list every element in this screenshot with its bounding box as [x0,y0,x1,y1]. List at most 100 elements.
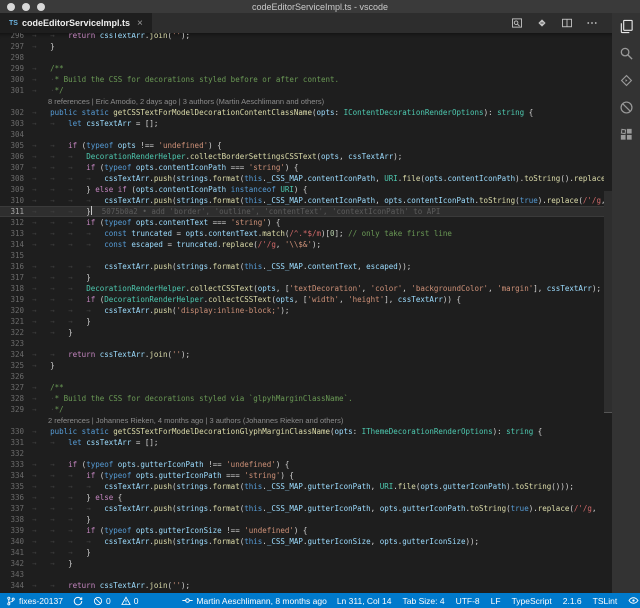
line-number: 331 [0,437,30,448]
line-number: 335 [0,481,30,492]
line-number: 307 [0,162,30,173]
line-number: 298 [0,52,30,63]
line-number: 320 [0,305,30,316]
activity-bar [612,13,640,593]
codelens-row[interactable]: 8 references | Eric Amodio, 2 days ago |… [0,96,604,107]
explorer-icon[interactable] [619,19,634,34]
line-number: 310 [0,195,30,206]
code-line: 311→ → → }5075b0a2 • add 'border', 'outl… [0,206,604,217]
text-cursor [91,206,92,215]
code-line: 313→ → → → const truncated = opts.conten… [0,228,604,239]
minimize-window-icon[interactable] [22,3,30,11]
eye-icon[interactable] [628,595,639,606]
sync-button[interactable] [73,596,83,606]
code-line: 337→ → → → cssTextArr.push(strings.forma… [0,503,604,514]
code-line: 303→ → let cssTextArr = []; [0,118,604,129]
code-line: 304 [0,129,604,140]
code-line: 299→ /** [0,63,604,74]
tslint-status[interactable]: TSLint [593,596,618,606]
line-number: 309 [0,184,30,195]
line-number: 301 [0,85,30,96]
search-icon[interactable] [619,46,634,61]
line-number: 318 [0,283,30,294]
code-line: 331→ → let cssTextArr = []; [0,437,604,448]
more-actions-icon[interactable] [586,17,598,29]
codelens-row[interactable]: 2 references | Johannes Rieken, 4 months… [0,415,604,426]
close-window-icon[interactable] [7,3,15,11]
open-preview-icon[interactable] [511,17,523,29]
code-line: 329→ ·*/ [0,404,604,415]
eol[interactable]: LF [491,596,501,606]
language-mode[interactable]: TypeScript [512,596,552,606]
code-line: 300→ ·* Build the CSS for decorations st… [0,74,604,85]
ts-version[interactable]: 2.1.6 [563,596,582,606]
line-number: 332 [0,448,30,459]
line-number: 299 [0,63,30,74]
code-line: 338→ → → } [0,514,604,525]
line-number: 315 [0,250,30,261]
window-title: codeEditorServiceImpl.ts - vscode [252,2,388,12]
line-number [0,96,30,107]
line-number: 338 [0,514,30,525]
line-number: 334 [0,470,30,481]
code-line: 316→ → → → cssTextArr.push(strings.forma… [0,261,604,272]
code-editor[interactable]: 296→ → return cssTextArr.join('');297→ }… [0,33,612,593]
tab-codeEditorServiceImpl[interactable]: TS codeEditorServiceImpl.ts × [0,13,152,33]
encoding[interactable]: UTF-8 [456,596,480,606]
line-number: 324 [0,349,30,360]
code-line: 308→ → → → cssTextArr.push(strings.forma… [0,173,604,184]
line-number: 326 [0,371,30,382]
gitlens-blame-annotation: 5075b0a2 • add 'border', 'outline', 'con… [102,207,441,216]
typescript-file-icon: TS [9,20,18,27]
error-count[interactable]: 0 [93,596,111,606]
line-number: 305 [0,140,30,151]
code-line: 309→ → → } else if (opts.contentIconPath… [0,184,604,195]
scrollbar-slider[interactable] [604,191,612,413]
gitlens-blame-status[interactable]: Martin Aeschlimann, 8 months ago [182,595,326,606]
code-line: 320→ → → → cssTextArr.push('display:inli… [0,305,604,316]
line-number: 296 [0,33,30,41]
code-line: 343 [0,569,604,580]
code-line: 297→ } [0,41,604,52]
line-number: 342 [0,558,30,569]
line-number: 303 [0,118,30,129]
line-number: 344 [0,580,30,591]
line-number: 333 [0,459,30,470]
code-line: 344→ → return cssTextArr.join(''); [0,580,604,591]
line-number: 339 [0,525,30,536]
warning-count[interactable]: 0 [121,596,139,606]
git-branch-icon [6,596,16,606]
cursor-position[interactable]: Ln 311, Col 14 [337,596,392,606]
code-line: 298 [0,52,604,63]
code-line: 335→ → → → cssTextArr.push(strings.forma… [0,481,604,492]
code-line: 330→ public static getCSSTextForModelDec… [0,426,604,437]
code-line: 324→ → return cssTextArr.join(''); [0,349,604,360]
line-number: 313 [0,228,30,239]
code-line: 317→ → → } [0,272,604,283]
code-line: 301→ ·*/ [0,85,604,96]
code-line: 307→ → → if (typeof opts.contentIconPath… [0,162,604,173]
code-line: 341→ → → } [0,547,604,558]
split-editor-icon[interactable] [561,17,573,29]
git-branch-status[interactable]: fixes-20137 [6,596,63,606]
line-number: 319 [0,294,30,305]
line-number: 321 [0,316,30,327]
extensions-icon[interactable] [619,127,634,142]
code-line: 296→ → return cssTextArr.join(''); [0,33,604,41]
line-number: 322 [0,327,30,338]
line-number: 330 [0,426,30,437]
gitlens-compare-icon[interactable] [536,17,548,29]
debug-disabled-icon[interactable] [619,100,634,115]
line-number: 317 [0,272,30,283]
warning-icon [121,596,131,606]
close-tab-icon[interactable]: × [137,18,143,29]
code-line: 319→ → → if (DecorationRenderHelper.coll… [0,294,604,305]
code-line: 322→ → } [0,327,604,338]
line-number: 304 [0,129,30,140]
zoom-window-icon[interactable] [37,3,45,11]
vertical-scrollbar[interactable] [604,33,612,593]
tab-size[interactable]: Tab Size: 4 [403,596,445,606]
line-number: 337 [0,503,30,514]
window-controls [7,0,45,13]
gitlens-icon[interactable] [619,73,634,88]
